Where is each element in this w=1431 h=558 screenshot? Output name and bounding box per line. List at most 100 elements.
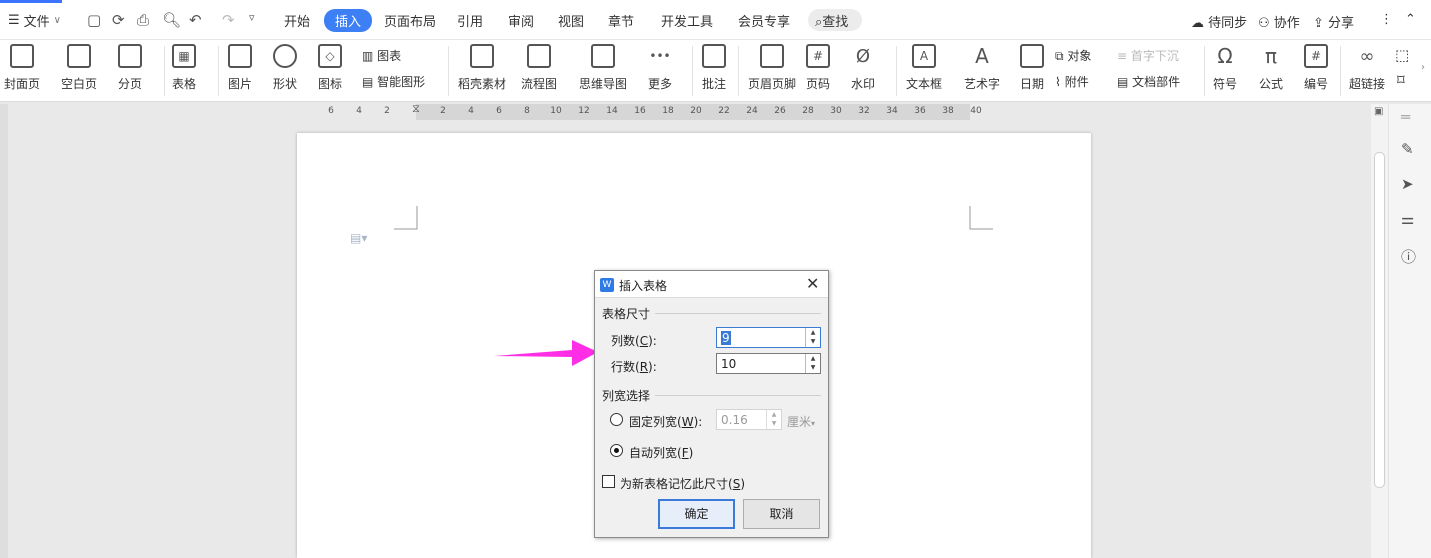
cancel-button[interactable]: 取消: [743, 499, 820, 529]
select-cursor-icon[interactable]: ➤: [1401, 175, 1414, 193]
tab-developer[interactable]: 开发工具: [661, 11, 713, 30]
picture-button[interactable]: 图片: [228, 44, 252, 92]
cross-reference-icon[interactable]: ⬚: [1395, 46, 1409, 64]
ruler-tick: 20: [690, 106, 702, 116]
smart-graphic-button[interactable]: ▤ 智能图形: [362, 73, 425, 90]
ok-button[interactable]: 确定: [658, 499, 735, 529]
ruler-tick: 4: [356, 106, 362, 116]
page-number-button[interactable]: # 页码: [806, 44, 830, 92]
tab-insert[interactable]: 插入: [324, 9, 373, 32]
tab-view[interactable]: 视图: [558, 11, 584, 30]
scrollbar-thumb[interactable]: [1374, 152, 1385, 488]
ruler-tick: 4: [468, 106, 474, 116]
wordart-button[interactable]: A 艺术字: [964, 44, 1000, 92]
print-preview-icon[interactable]: 🔍︎: [162, 11, 181, 29]
save-icon[interactable]: ▢: [87, 11, 101, 29]
table-button[interactable]: ▦ 表格: [172, 44, 196, 92]
document-part-button[interactable]: ▤ 文档部件: [1117, 73, 1180, 90]
close-icon[interactable]: ✕: [806, 274, 819, 293]
unit-select[interactable]: 厘米▾: [787, 413, 815, 430]
ruler-tick: 16: [634, 106, 646, 116]
symbol-button[interactable]: Ω 符号: [1213, 44, 1237, 92]
header-footer-button[interactable]: 页眉页脚: [748, 44, 796, 92]
sync-status[interactable]: ☁ 待同步: [1191, 12, 1247, 31]
object-button[interactable]: ⧉ 对象: [1055, 47, 1091, 64]
indent-marker-icon[interactable]: ⧖: [412, 102, 420, 116]
collapse-panel-icon[interactable]: ═: [1401, 108, 1410, 126]
numbering-button[interactable]: # 编号: [1304, 44, 1328, 92]
dropcap-button[interactable]: ≡ 首字下沉: [1117, 47, 1179, 64]
more-label: 更多: [648, 77, 673, 91]
more-button[interactable]: ••• 更多: [648, 44, 672, 92]
flowchart-button[interactable]: 流程图: [521, 44, 557, 92]
columns-stepper[interactable]: 9 ▲ ▼: [716, 327, 821, 348]
collab-button[interactable]: ⚇ 协作: [1258, 12, 1300, 31]
ribbon-scroll-right-icon[interactable]: ›: [1421, 62, 1425, 73]
paragraph-layout-icon[interactable]: ▤▾: [350, 231, 367, 245]
rows-value: 10: [721, 357, 737, 371]
print-icon[interactable]: ⎙: [137, 11, 149, 29]
fixed-width-spin-arrows[interactable]: ▲ ▼: [766, 410, 781, 429]
dropcap-icon: ≡: [1117, 49, 1128, 63]
settings-sliders-icon[interactable]: ⚌: [1401, 210, 1414, 228]
remember-size-checkbox[interactable]: [602, 475, 615, 488]
ruler-tick: 12: [578, 106, 590, 116]
vertical-scrollbar[interactable]: ▣: [1371, 104, 1388, 558]
redo-icon[interactable]: ↷: [222, 11, 235, 29]
wps-logo-icon: W: [600, 278, 614, 292]
more-options-icon[interactable]: ⋮: [1380, 12, 1393, 27]
tab-member[interactable]: 会员专享: [738, 11, 790, 30]
rows-spin-arrows[interactable]: ▲ ▼: [805, 354, 820, 373]
collapse-ribbon-icon[interactable]: ⌃: [1405, 12, 1416, 27]
rows-stepper[interactable]: 10 ▲ ▼: [716, 353, 821, 374]
annotation-arrow: [494, 340, 598, 366]
blank-page-button[interactable]: 空白页: [61, 44, 97, 92]
bookmark-icon[interactable]: ⌑: [1397, 71, 1405, 89]
undo-icon[interactable]: ↶: [189, 11, 202, 29]
tab-references[interactable]: 引用: [457, 11, 483, 30]
right-side-panel: ═ ✎ ➤ ⚌ ⓘ: [1388, 104, 1431, 558]
fixed-width-stepper[interactable]: 0.16 ▲ ▼: [716, 409, 782, 430]
comment-button[interactable]: 批注: [702, 44, 726, 92]
find-button[interactable]: ⌕查找: [808, 9, 862, 31]
flow-label: 流程图: [521, 77, 558, 91]
tab-chapter[interactable]: 章节: [608, 11, 634, 30]
tab-review[interactable]: 审阅: [508, 11, 534, 30]
formula-button[interactable]: π 公式: [1259, 44, 1283, 92]
tab-page-layout[interactable]: 页面布局: [384, 11, 436, 30]
flowchart-icon: [527, 44, 551, 68]
attachment-button[interactable]: ⌇ 附件: [1055, 73, 1089, 90]
chart-label: 图表: [377, 49, 402, 63]
page-break-icon: [118, 44, 142, 68]
date-button[interactable]: 日期: [1020, 44, 1044, 92]
dialog-titlebar: W 插入表格 ✕: [595, 271, 828, 298]
docer-material-button[interactable]: 稻壳素材: [458, 44, 506, 92]
textbox-button[interactable]: A 文本框: [906, 44, 942, 92]
page-break-button[interactable]: 分页: [118, 44, 142, 92]
share-button[interactable]: ⇪ 分享: [1313, 12, 1354, 31]
object-icon: ⧉: [1055, 49, 1064, 63]
file-menu[interactable]: ☰ 文件 ∨: [8, 11, 61, 30]
hyperlink-button[interactable]: ∞ 超链接: [1349, 44, 1385, 92]
help-icon[interactable]: ⓘ: [1401, 246, 1416, 267]
ruler-tick: 2: [384, 106, 390, 116]
shape-button[interactable]: 形状: [273, 44, 297, 92]
auto-width-text: 自动列宽(: [629, 446, 682, 460]
auto-width-radio[interactable]: [610, 444, 623, 457]
chart-button[interactable]: ▥ 图表: [362, 47, 401, 64]
columns-spin-arrows[interactable]: ▲ ▼: [805, 328, 820, 347]
split-view-icon[interactable]: ▣: [1374, 106, 1383, 117]
unit-value: 厘米: [787, 415, 812, 429]
fixed-width-radio[interactable]: [610, 413, 623, 426]
cover-page-button[interactable]: 封面页: [4, 44, 40, 92]
cloud-icon: ☁: [1191, 16, 1204, 31]
watermark-button[interactable]: Ø 水印: [851, 44, 875, 92]
ribbon-divider: [164, 46, 165, 96]
textbox-label: 文本框: [906, 77, 943, 91]
mindmap-button[interactable]: 思维导图: [579, 44, 627, 92]
icon-button[interactable]: ◇ 图标: [318, 44, 342, 92]
tab-home[interactable]: 开始: [284, 11, 310, 30]
format-painter-icon[interactable]: ⟳: [112, 11, 125, 29]
edit-pen-icon[interactable]: ✎: [1401, 140, 1414, 158]
quick-access-dropdown-icon[interactable]: ▿: [249, 11, 255, 24]
